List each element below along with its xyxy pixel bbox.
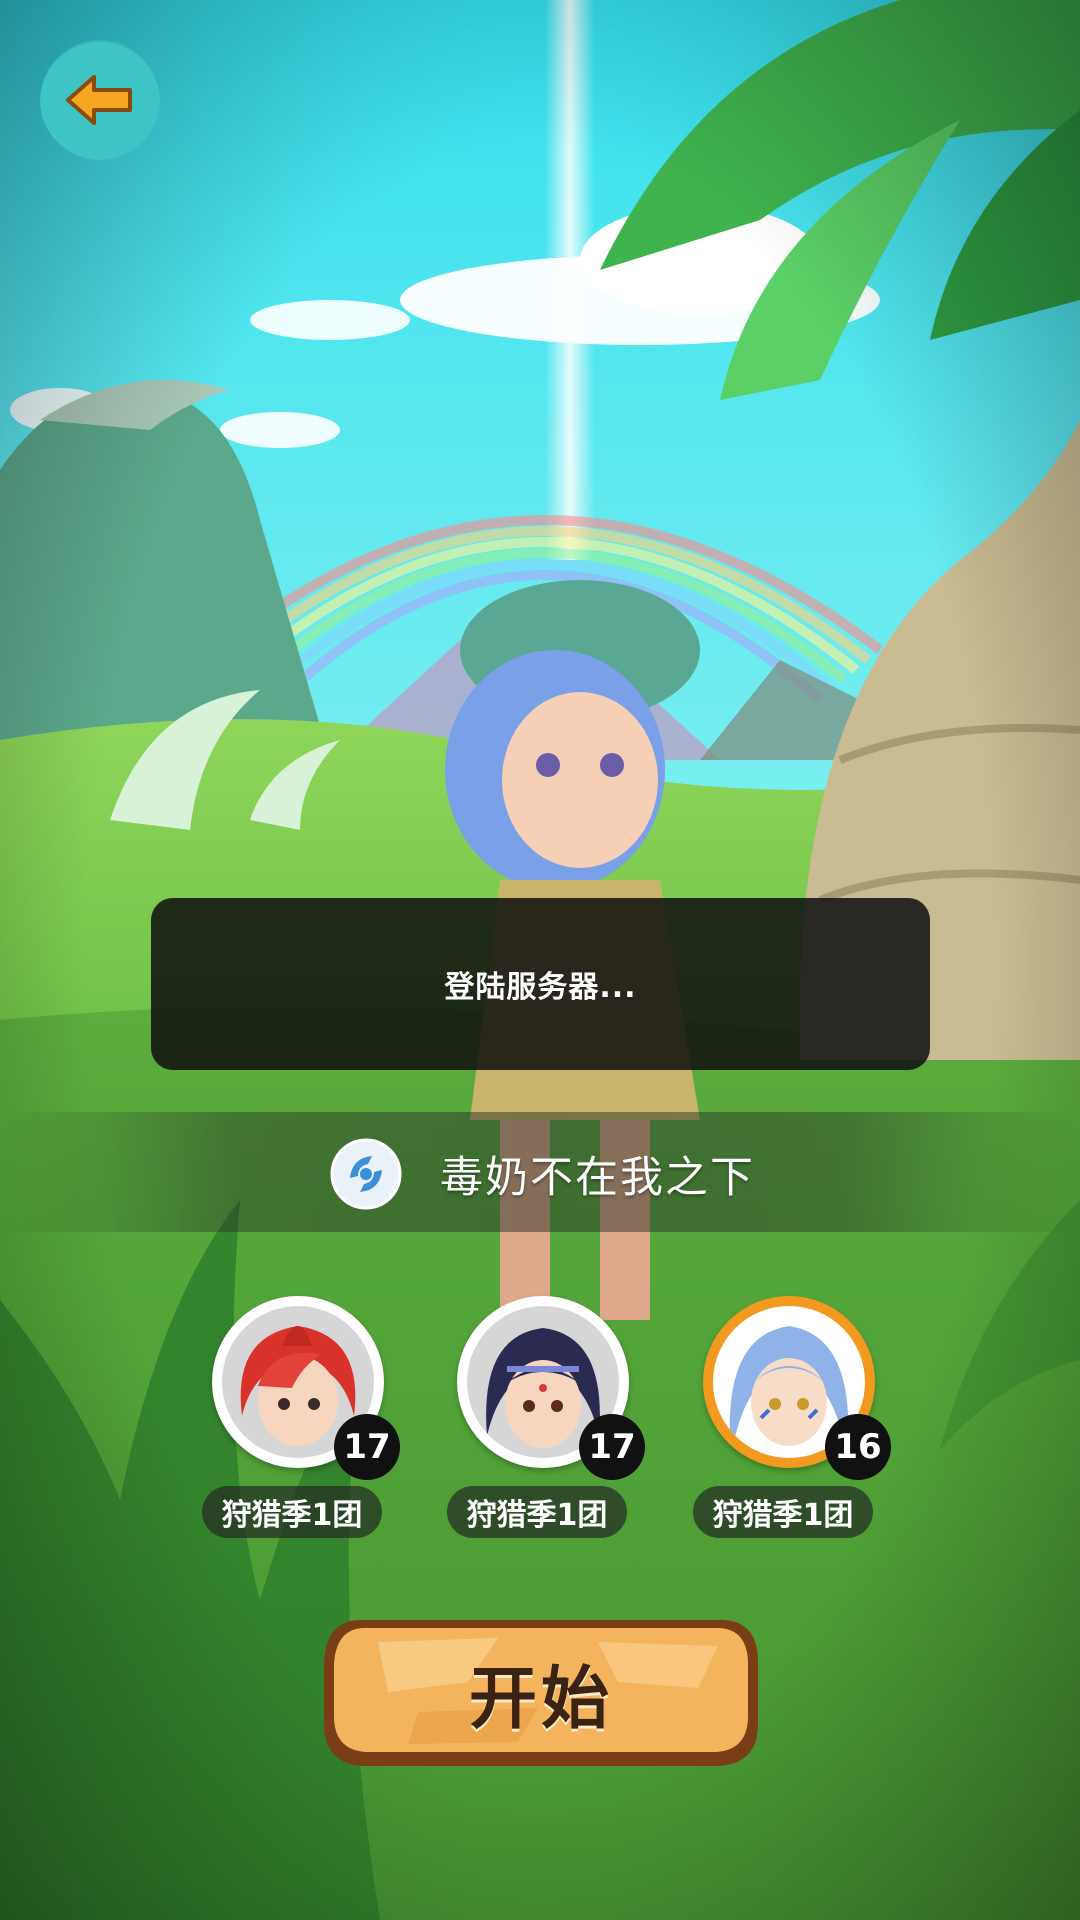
start-button[interactable]: 开始 <box>318 1612 764 1772</box>
level-badge: 17 <box>334 1414 400 1480</box>
toast-message: 登陆服务器... <box>444 970 637 1005</box>
server-name: 毒奶不在我之下 <box>440 1153 755 1203</box>
server-logo-icon <box>330 1138 402 1210</box>
login-toast: 登陆服务器... <box>151 898 930 1070</box>
team-label: 狩猎季1团 <box>202 1486 382 1538</box>
level-badge: 17 <box>579 1414 645 1480</box>
level-badge: 16 <box>825 1414 891 1480</box>
team-label: 狩猎季1团 <box>447 1486 627 1538</box>
team-label: 狩猎季1团 <box>693 1486 873 1538</box>
back-button[interactable] <box>40 40 160 160</box>
back-arrow-icon <box>66 75 132 125</box>
